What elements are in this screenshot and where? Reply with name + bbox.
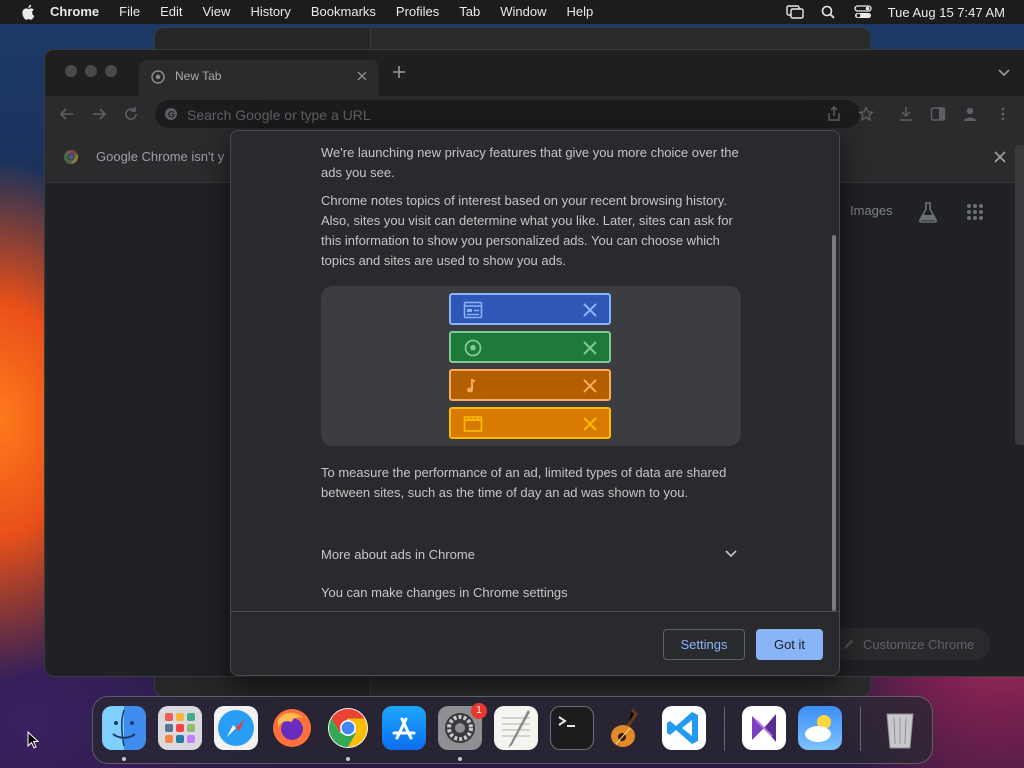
- mouse-pointer-icon: [27, 731, 39, 749]
- tab-title: New Tab: [175, 69, 222, 83]
- system-settings-running-dot: [458, 757, 462, 761]
- garageband-icon[interactable]: [606, 706, 650, 750]
- labs-flask-icon[interactable]: [918, 201, 938, 223]
- menu-help[interactable]: Help: [557, 0, 604, 24]
- ad-topic-row-sports: [449, 331, 611, 363]
- offscreen-window-edge: [1015, 145, 1024, 445]
- launchpad-icon[interactable]: [158, 706, 202, 750]
- menu-tab[interactable]: Tab: [449, 0, 490, 24]
- chevron-down-icon: [725, 550, 737, 558]
- menu-bookmarks[interactable]: Bookmarks: [301, 0, 386, 24]
- dialog-topics-text: Chrome notes topics of interest based on…: [321, 193, 733, 268]
- dock: 1: [92, 696, 933, 764]
- dialog-scrollbar[interactable]: [832, 235, 836, 611]
- browser-window-icon: [463, 301, 483, 319]
- menu-window[interactable]: Window: [490, 0, 556, 24]
- customize-chrome-button[interactable]: Customize Chrome: [832, 628, 990, 660]
- control-center-icon[interactable]: [854, 5, 872, 19]
- music-note-icon: [467, 379, 475, 393]
- chrome-logo-icon: [63, 149, 79, 165]
- menu-view[interactable]: View: [192, 0, 240, 24]
- film-clapper-icon: [463, 416, 483, 432]
- menu-bar: Chrome File Edit View History Bookmarks …: [0, 0, 1024, 24]
- bookmark-star-icon[interactable]: [858, 106, 874, 122]
- trash-icon[interactable]: [878, 706, 922, 750]
- ad-topic-row-movies: [449, 407, 611, 439]
- profile-avatar-icon[interactable]: [962, 106, 978, 122]
- google-g-icon: G: [165, 108, 177, 120]
- back-arrow-icon[interactable]: [59, 106, 75, 122]
- remove-topic-icon: [583, 417, 597, 431]
- finder-icon[interactable]: [102, 706, 146, 750]
- browser-toolbar: G Search Google or type a URL: [45, 96, 1024, 132]
- menu-history[interactable]: History: [240, 0, 300, 24]
- remove-topic-icon: [583, 379, 597, 393]
- menu-profiles[interactable]: Profiles: [386, 0, 449, 24]
- terminal-icon[interactable]: [550, 706, 594, 750]
- remove-topic-icon: [583, 303, 597, 317]
- infobar-message: Google Chrome isn't y: [96, 149, 225, 164]
- customize-chrome-label: Customize Chrome: [863, 637, 975, 652]
- more-about-ads-expander[interactable]: More about ads in Chrome: [321, 545, 739, 565]
- menu-file[interactable]: File: [109, 0, 150, 24]
- got-it-button[interactable]: Got it: [756, 629, 823, 660]
- vscode-icon[interactable]: [662, 706, 706, 750]
- close-tab-icon[interactable]: [355, 69, 369, 83]
- more-menu-icon[interactable]: [995, 106, 1011, 122]
- chrome-favicon-icon: [151, 70, 165, 84]
- menu-edit[interactable]: Edit: [150, 0, 192, 24]
- pencil-icon: [844, 639, 854, 649]
- dialog-measurement-text: To measure the performance of an ad, lim…: [321, 465, 727, 500]
- svg-text:G: G: [168, 110, 175, 120]
- remove-topic-icon: [583, 341, 597, 355]
- reload-icon[interactable]: [123, 106, 139, 122]
- dialog-footer: Settings Got it: [231, 611, 839, 675]
- side-panel-icon[interactable]: [930, 106, 946, 122]
- apple-icon[interactable]: [18, 4, 40, 20]
- settings-button[interactable]: Settings: [663, 629, 745, 660]
- dock-separator-trash: [860, 707, 861, 751]
- finder-running-dot: [122, 757, 126, 761]
- textedit-icon[interactable]: [494, 706, 538, 750]
- infobar-close-icon[interactable]: [993, 150, 1007, 164]
- zoom-window-button[interactable]: [105, 65, 117, 77]
- close-window-button[interactable]: [65, 65, 77, 77]
- new-tab-plus-icon[interactable]: [391, 64, 407, 80]
- tab-strip: New Tab: [45, 50, 1024, 96]
- chrome-running-dot: [346, 757, 350, 761]
- app-store-icon[interactable]: [382, 706, 426, 750]
- firefox-icon[interactable]: [270, 706, 314, 750]
- weather-icon[interactable]: [798, 706, 842, 750]
- spotlight-search-icon[interactable]: [820, 5, 838, 19]
- minimize-window-button[interactable]: [85, 65, 97, 77]
- google-apps-grid-icon[interactable]: [966, 203, 984, 221]
- ntp-images-link[interactable]: Images: [850, 203, 893, 218]
- forward-arrow-icon[interactable]: [91, 106, 107, 122]
- ad-topic-row-browser: [449, 293, 611, 325]
- ad-topic-row-music: [449, 369, 611, 401]
- dialog-intro-text: We're launching new privacy features tha…: [321, 145, 739, 180]
- menu-app-name[interactable]: Chrome: [40, 0, 109, 24]
- menu-clock[interactable]: Tue Aug 15 7:47 AM: [888, 5, 1005, 20]
- chrome-settings-note: You can make changes in Chrome settings: [321, 585, 568, 600]
- soccer-ball-icon: [464, 339, 482, 357]
- tab-new-tab[interactable]: New Tab: [139, 60, 379, 96]
- share-icon[interactable]: [826, 106, 842, 122]
- more-about-ads-label: More about ads in Chrome: [321, 547, 475, 562]
- omnibox[interactable]: G Search Google or type a URL: [155, 100, 860, 128]
- screen-mirroring-icon[interactable]: [785, 5, 804, 19]
- chrome-dock-icon[interactable]: [326, 706, 370, 750]
- tab-search-chevron-icon[interactable]: [997, 68, 1011, 78]
- ad-privacy-dialog: We're launching new privacy features tha…: [230, 130, 840, 676]
- dock-separator: [724, 707, 725, 751]
- safari-icon[interactable]: [214, 706, 258, 750]
- downloads-icon[interactable]: [898, 106, 914, 122]
- system-settings-badge: 1: [471, 703, 487, 719]
- omnibox-placeholder: Search Google or type a URL: [187, 107, 371, 123]
- visual-studio-icon[interactable]: [742, 706, 786, 750]
